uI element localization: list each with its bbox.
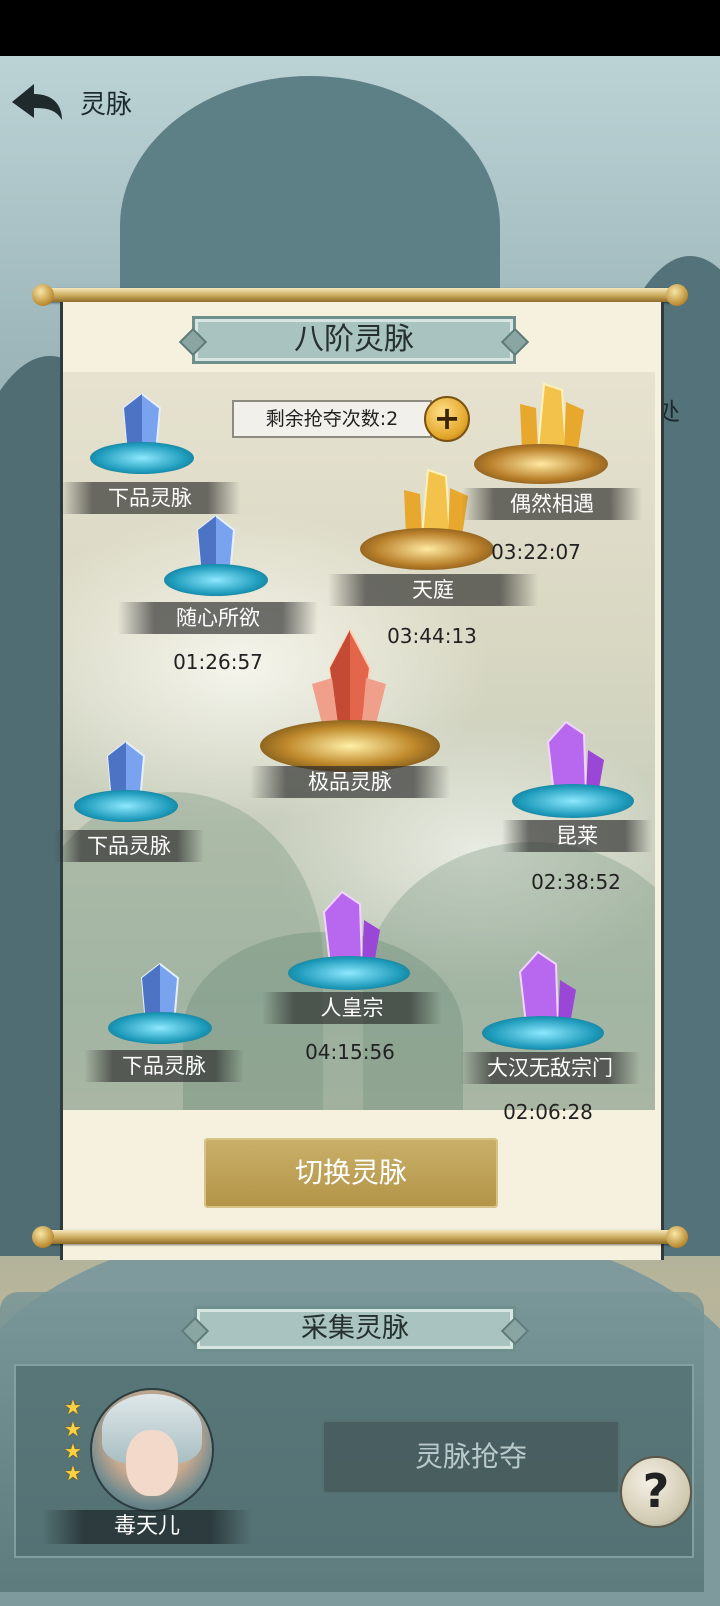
pedestal [482,1016,604,1050]
vein-node-7[interactable]: 人皇宗 04:15:56 [262,890,442,1080]
pedestal [74,790,178,822]
vein-timer: 02:06:28 [503,1100,593,1124]
vein-node-9[interactable]: 大汉无敌宗门 02:06:28 [460,950,640,1140]
page-title: 灵脉 [80,90,133,120]
pedestal [108,1012,212,1044]
help-button[interactable]: ? [620,1456,692,1528]
collect-title: 采集灵脉 [301,1313,409,1344]
vein-node-5[interactable]: 下品灵脉 [54,740,210,870]
scroll-rod-bottom [32,1226,688,1248]
scroll-rod-top [32,284,688,306]
add-count-button[interactable]: + [424,396,470,442]
vein-node-6[interactable]: 昆莱 02:38:52 [472,720,652,900]
panel-title-ribbon: 八阶灵脉 [178,316,530,364]
vein-label: 下品灵脉 [84,1050,244,1082]
vein-timer: 02:38:52 [531,870,621,894]
pedestal [474,444,608,484]
vein-label: 大汉无敌宗门 [460,1052,640,1084]
back-button[interactable] [8,78,66,126]
star-icon: ★ [64,1461,82,1485]
hero-stars: ★ ★ ★ ★ [64,1396,94,1484]
hero-name: 毒天儿 [42,1510,252,1544]
panel-title: 八阶灵脉 [294,322,414,357]
hero-avatar[interactable] [90,1388,214,1512]
star-icon: ★ [64,1439,82,1463]
back-arrow-icon [12,84,62,120]
vein-node-4[interactable]: 极品灵脉 [250,628,450,818]
pedestal [512,784,634,818]
pedestal [164,564,268,596]
pedestal [260,720,440,772]
vein-node-3[interactable]: 偶然相遇 03:22:07 [462,380,646,570]
pedestal [90,442,194,474]
vein-label: 昆莱 [502,820,652,852]
vein-label: 人皇宗 [262,992,442,1024]
status-bar [0,0,720,56]
vein-label: 下品灵脉 [54,830,204,862]
vein-node-0[interactable]: 下品灵脉 [60,392,240,522]
pedestal [288,956,410,990]
vein-node-8[interactable]: 下品灵脉 [84,962,252,1092]
collect-title-ribbon: 采集灵脉 [180,1306,530,1352]
vein-label: 偶然相遇 [462,488,642,520]
vein-timer: 04:15:56 [305,1040,395,1064]
remaining-grab-count: 剩余抢夺次数:2 [232,400,432,438]
vein-grab-button[interactable]: 灵脉抢夺 [322,1420,620,1494]
vein-timer: 03:22:07 [491,540,581,564]
vein-label: 天庭 [328,574,538,606]
star-icon: ★ [64,1395,82,1419]
vein-label: 极品灵脉 [250,766,450,798]
switch-vein-button[interactable]: 切换灵脉 [204,1138,498,1208]
hero-face [126,1430,178,1496]
vein-label: 下品灵脉 [60,482,240,514]
star-icon: ★ [64,1417,82,1441]
